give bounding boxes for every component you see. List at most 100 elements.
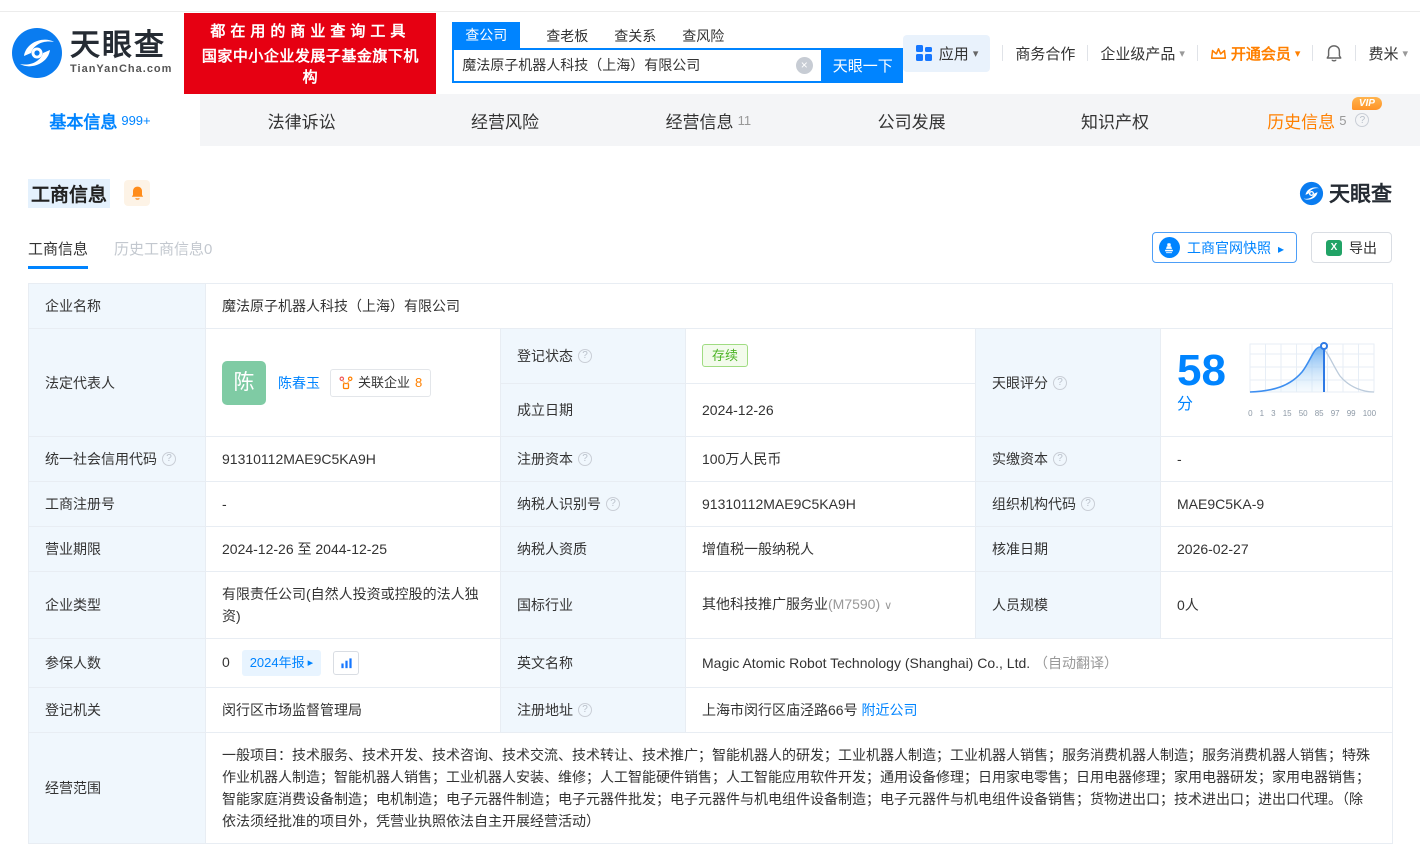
legal-rep-name-link[interactable]: 陈春玉 [278,372,320,394]
field-label: 经营范围 [28,732,206,844]
help-icon[interactable] [578,703,592,717]
help-icon[interactable] [1053,452,1067,466]
search-tabs: 查公司 查老板 查关系 查风险 [452,21,903,48]
tab-basic-info[interactable]: 基本信息 999+ [0,94,200,146]
field-label: 登记机关 [28,687,206,733]
english-name-cell: Magic Atomic Robot Technology (Shanghai)… [684,638,1394,688]
search-tab-company[interactable]: 查公司 [452,21,521,48]
apps-menu[interactable]: 应用 [902,34,991,72]
subtab-business-info[interactable]: 工商信息 [28,238,89,269]
company-type-value: 有限责任公司(自然人投资或控股的法人独资) [205,571,501,639]
table-row: 经营范围 一般项目：技术服务、技术开发、技术咨询、技术交流、技术转让、技术推广；… [28,732,1394,844]
business-scope-value: 一般项目：技术服务、技术开发、技术咨询、技术交流、技术转让、技术推广；智能机器人… [204,732,1394,844]
annual-report-link[interactable]: 2024年报 [241,650,322,676]
table-row: 企业名称 魔法原子机器人科技（上海）有限公司 [28,283,1394,329]
table-row: 参保人数 0 2024年报 英文名称 Magic Atomic Robot Te… [28,638,1394,688]
insured-count-cell: 0 2024年报 [205,638,501,688]
search-tab-relation[interactable]: 查关系 [614,24,656,48]
notification-bell[interactable] [1325,44,1343,63]
approval-date-value: 2026-02-27 [1159,526,1394,572]
export-button[interactable]: 导出 [1311,232,1392,263]
slogan-banner: 都在用的商业查询工具 国家中小企业发展子基金旗下机构 [184,12,437,94]
score-value: 58 [1177,346,1226,395]
logo-domain: TianYanCha.com [70,63,173,75]
slogan-line2: 国家中小企业发展子基金旗下机构 [201,47,419,86]
enterprise-products-menu[interactable]: 企业级产品 [1100,43,1185,64]
apps-menu-label: 应用 [939,43,979,64]
vip-upgrade-link[interactable]: 开通会员 [1210,43,1301,64]
menu-divider [1002,45,1004,61]
paid-capital-value: - [1159,436,1394,482]
tab-label: 经营信息 [665,112,734,132]
user-menu[interactable]: 费米 [1368,43,1408,64]
official-snapshot-button[interactable]: 工商官网快照 [1151,232,1297,263]
tab-label: 历史信息 [1267,112,1336,132]
menu-divider [1087,45,1089,61]
reg-capital-value: 100万人民币 [685,436,976,482]
field-label: 天眼评分 [975,328,1161,437]
help-icon[interactable] [578,452,592,466]
business-cooperation-link[interactable]: 商务合作 [1015,43,1075,64]
score-distribution-chart: 013 15 50 85 97 99 100 [1248,340,1376,425]
tab-history-info[interactable]: VIP 历史信息 5 [1217,94,1420,146]
table-row: 营业期限 2024-12-26 至 2044-12-25 纳税人资质 增值税一般… [28,526,1394,572]
help-icon[interactable] [578,348,592,363]
tab-intellectual-property[interactable]: 知识产权 [1013,94,1216,146]
legal-rep-avatar[interactable]: 陈 [222,360,266,405]
business-info-table: 企业名称 魔法原子机器人科技（上海）有限公司 法定代表人 陈 陈春玉 关联企业 … [28,283,1394,844]
tianyancha-logo[interactable]: 天眼查 TianYanCha.com [10,26,172,80]
help-icon[interactable] [1053,375,1067,390]
related-companies-badge[interactable]: 关联企业 8 [330,368,432,397]
search-tab-risk[interactable]: 查风险 [682,24,724,48]
insured-trend-chart-button[interactable] [333,651,360,676]
chevron-down-icon[interactable] [880,596,892,612]
status-badge: 存续 [702,344,749,368]
field-label: 纳税人资质 [500,526,686,572]
tab-count: 11 [737,112,752,128]
nearby-companies-link[interactable]: 附近公司 [861,702,917,718]
search-button[interactable]: 天眼一下 [822,47,903,83]
monitor-bell-button[interactable] [124,180,151,206]
field-label: 工商注册号 [28,481,206,527]
tab-count: 999+ [121,112,151,128]
tyc-score-cell: 58分 0 1 3 15 50 85 97 99 100 [1159,328,1394,437]
score-axis-ticks: 013 15 50 85 97 99 100 [1248,409,1377,418]
search-input-wrap [452,47,823,83]
field-label: 人员规模 [975,571,1161,639]
taxpayer-quality-value: 增值税一般纳税人 [685,526,976,572]
field-label: 参保人数 [28,638,206,688]
help-icon[interactable] [1355,113,1370,127]
credit-code-value: 91310112MAE9C5KA9H [205,436,501,482]
tab-company-development[interactable]: 公司发展 [810,94,1013,146]
tab-legal-proceedings[interactable]: 法律诉讼 [200,94,403,146]
tab-operating-risk[interactable]: 经营风险 [403,94,606,146]
help-icon[interactable] [162,452,176,466]
tab-operating-info[interactable]: 经营信息 11 [607,94,810,146]
help-icon[interactable] [1081,497,1095,511]
slogan-line1: 都在用的商业查询工具 [210,22,411,40]
help-icon[interactable] [606,497,620,511]
search-tab-boss[interactable]: 查老板 [546,24,588,48]
export-label: 导出 [1349,239,1377,256]
table-row: 企业类型 有限责任公司(自然人投资或控股的法人独资) 国标行业 其他科技推广服务… [28,571,1394,639]
official-snapshot-label: 工商官网快照 [1186,239,1271,256]
orange-bell-icon [131,186,143,200]
field-label: 法定代表人 [28,328,206,437]
business-term-value: 2024-12-26 至 2044-12-25 [205,526,501,572]
search-input[interactable] [462,57,796,73]
field-label: 核准日期 [975,526,1161,572]
field-label: 企业名称 [28,283,206,329]
subtab-history-business-info[interactable]: 历史工商信息0 [114,238,212,269]
watermark-logo: 天眼查 [1299,178,1392,208]
industry-code: (M7590) [828,596,881,612]
crown-icon [1210,47,1226,59]
reg-number-value: - [205,481,501,527]
tab-label: 法律诉讼 [267,112,336,132]
clear-search-icon[interactable] [795,56,813,74]
score-unit: 分 [1177,396,1194,413]
field-label: 统一社会信用代码 [28,436,206,482]
main-content: 工商信息 天眼查 工商信息 历史工商信息0 工商官网快照 ▸ X 导出 企业名称… [0,178,1420,844]
taxpayer-id-value: 91310112MAE9C5KA9H [685,481,976,527]
tab-label: 基本信息 [49,112,118,132]
stamp-icon [1158,237,1180,258]
